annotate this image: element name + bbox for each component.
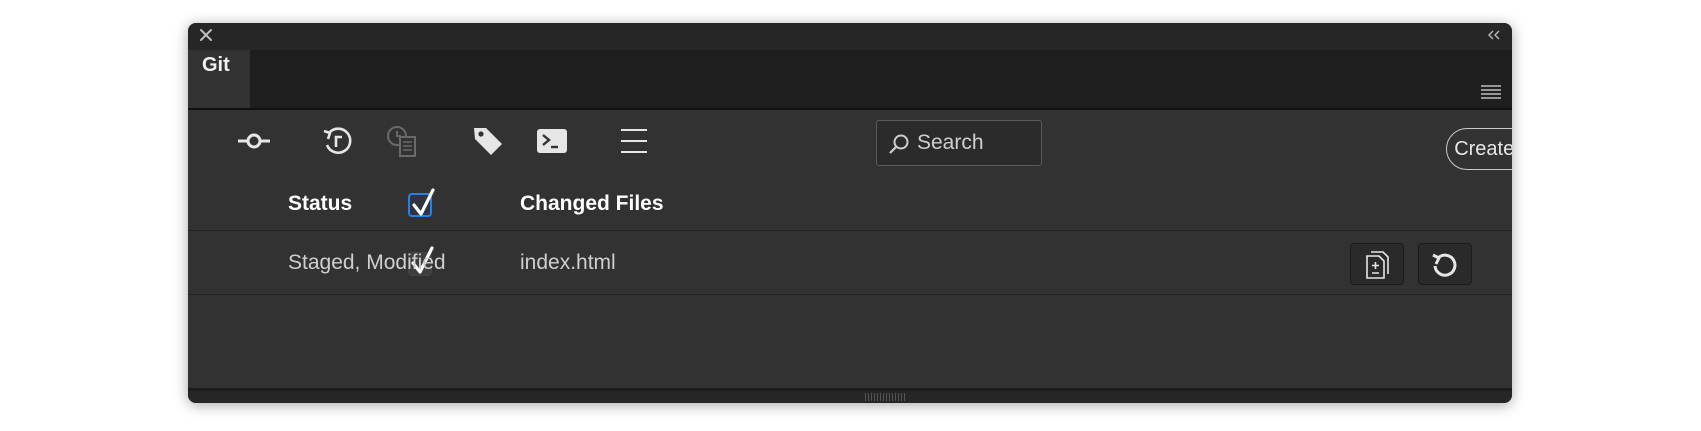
- file-history-icon: [384, 123, 420, 159]
- discard-icon: [1432, 253, 1457, 277]
- terminal-icon[interactable]: [534, 123, 570, 159]
- row-divider: [188, 294, 1512, 295]
- resize-grip[interactable]: [865, 393, 905, 401]
- diff-icon: [1366, 251, 1389, 279]
- search-icon: [889, 134, 909, 154]
- tab-git[interactable]: Git: [188, 50, 250, 108]
- search-field[interactable]: [876, 120, 1042, 166]
- bottom-bar: [188, 388, 1512, 403]
- discard-button[interactable]: [1418, 243, 1472, 285]
- history-icon[interactable]: [320, 123, 356, 159]
- column-header-status[interactable]: Status: [288, 190, 352, 218]
- tag-icon[interactable]: [470, 123, 506, 159]
- git-panel: Git Search Create Status Changed Files S…: [188, 23, 1512, 403]
- diff-button[interactable]: [1350, 243, 1404, 285]
- menu-icon[interactable]: [616, 123, 652, 159]
- create-remote-button[interactable]: Create Remote: [1446, 128, 1512, 170]
- panel-titlebar: [188, 23, 1512, 50]
- row-file-name[interactable]: index.html: [520, 249, 616, 277]
- commit-icon[interactable]: [236, 123, 272, 159]
- tab-bar: Git: [188, 50, 1512, 110]
- column-header-changed-files[interactable]: Changed Files: [520, 190, 664, 218]
- header-divider: [188, 230, 1512, 231]
- collapse-icon[interactable]: [1486, 27, 1502, 43]
- search-input[interactable]: [915, 127, 1039, 159]
- panel-menu-icon[interactable]: [1480, 84, 1502, 100]
- checkmark-icon: [412, 188, 435, 216]
- close-icon[interactable]: [197, 26, 215, 44]
- select-all-checkbox[interactable]: [408, 188, 435, 217]
- row-status: Staged, Modified: [288, 251, 446, 274]
